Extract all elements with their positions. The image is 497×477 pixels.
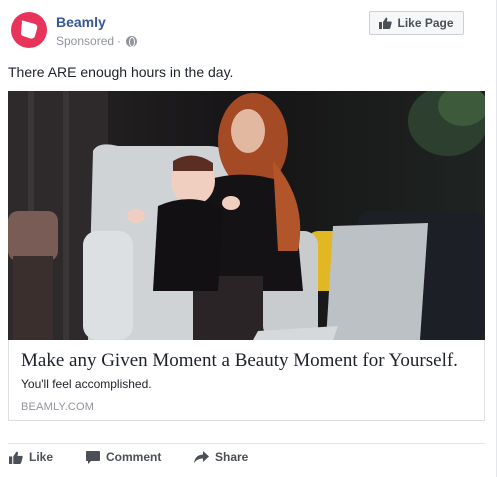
comment-icon [86,450,100,464]
ad-image[interactable] [8,91,485,340]
sponsored-post-card: Beamly Sponsored · Like Page There ARE e… [0,0,497,477]
link-headline[interactable]: Make any Given Moment a Beauty Moment fo… [21,350,458,372]
meta-separator: · [117,34,122,48]
sponsored-label[interactable]: Sponsored [56,34,114,48]
post-meta: Sponsored · [56,34,138,48]
share-arrow-icon [194,451,209,463]
comment-label: Comment [106,450,162,464]
actions-divider [8,443,485,444]
like-page-label: Like Page [397,16,454,30]
link-domain: BEAMLY.COM [21,401,95,413]
thumbs-up-icon [379,17,393,29]
post-text: There ARE enough hours in the day. [8,64,234,80]
globe-icon [126,35,138,47]
page-avatar[interactable] [11,12,47,48]
beamly-logo-icon [12,13,46,47]
link-preview[interactable]: Make any Given Moment a Beauty Moment fo… [8,340,485,421]
share-label: Share [215,450,249,464]
share-button[interactable]: Share [194,450,248,464]
like-label: Like [29,450,54,464]
page-name[interactable]: Beamly [56,14,106,30]
ad-photo [8,91,485,340]
like-button[interactable]: Like [9,450,53,464]
link-description: You'll feel accomplished. [21,377,152,391]
comment-button[interactable]: Comment [86,450,161,464]
like-page-button[interactable]: Like Page [369,11,464,35]
thumbs-up-icon [9,451,23,464]
